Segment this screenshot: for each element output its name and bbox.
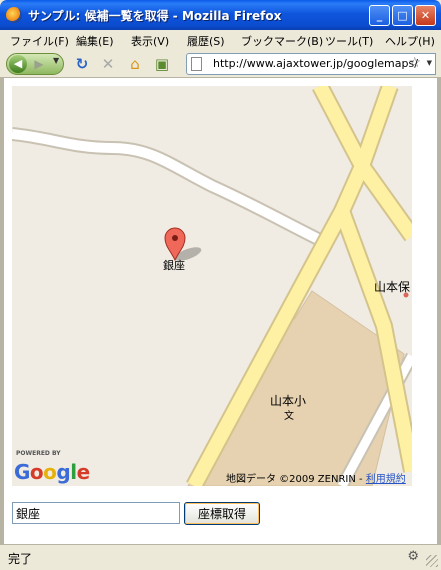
label-yamamotoho: 山本保	[374, 280, 411, 294]
url-bar[interactable]: http://www.ajaxtower.jp/googlemaps/ ☆ ▼	[186, 53, 436, 75]
get-coordinates-button[interactable]: 座標取得	[184, 502, 260, 525]
status-bar: 完了 ⚙	[0, 544, 441, 570]
stop-icon[interactable]: ✕	[98, 54, 118, 74]
terms-link[interactable]: 利用規約	[366, 474, 406, 485]
back-arrow-icon[interactable]: ◀	[9, 55, 27, 73]
reload-icon[interactable]: ↻	[72, 54, 92, 74]
map-copyright: 地図データ ©2009 ZENRIN - 利用規約	[226, 470, 406, 485]
back-forward-group: ◀ ▶ ▼	[6, 53, 64, 75]
menu-bookmarks[interactable]: ブックマーク(B)	[241, 33, 323, 49]
resize-grip[interactable]	[426, 555, 438, 567]
map-canvas	[12, 86, 412, 486]
label-school-symbol: 文	[284, 411, 294, 422]
menu-tools[interactable]: ツール(T)	[325, 33, 373, 49]
marker-label: 銀座	[163, 259, 185, 272]
page-icon	[191, 57, 202, 71]
menu-file[interactable]: ファイル(F)	[10, 33, 69, 49]
powered-by-text: POWERED BY	[16, 450, 61, 457]
title-bar: サンプル: 候補一覧を取得 - Mozilla Firefox _ □ ✕	[0, 0, 441, 30]
location-input[interactable]	[12, 502, 180, 524]
menu-edit[interactable]: 編集(E)	[76, 33, 114, 49]
menu-help[interactable]: ヘルプ(H)	[385, 33, 435, 49]
navigation-toolbar: ◀ ▶ ▼ ↻ ✕ ⌂ ▣ http://www.ajaxtower.jp/go…	[0, 50, 441, 78]
menu-bar: ファイル(F) 編集(E) 表示(V) 履歴(S) ブックマーク(B) ツール(…	[0, 30, 441, 50]
window-title: サンプル: 候補一覧を取得 - Mozilla Firefox	[28, 9, 282, 23]
google-logo[interactable]: Google	[14, 460, 90, 484]
url-text[interactable]: http://www.ajaxtower.jp/googlemaps/	[213, 57, 418, 70]
addon-icon[interactable]: ▣	[152, 54, 172, 74]
status-text: 完了	[8, 552, 33, 566]
copyright-text: 地図データ ©2009 ZENRIN -	[226, 474, 366, 485]
addon-status-icon[interactable]: ⚙	[407, 549, 419, 564]
minimize-button[interactable]: _	[369, 5, 390, 26]
google-map[interactable]: 銀座 山本保 山本小 文 POWERED BY Google 地図データ ©20…	[12, 86, 412, 486]
close-button[interactable]: ✕	[415, 5, 436, 26]
menu-history[interactable]: 履歴(S)	[187, 33, 225, 49]
menu-view[interactable]: 表示(V)	[131, 33, 169, 49]
maximize-button[interactable]: □	[392, 5, 413, 26]
url-dropdown-icon[interactable]: ▼	[427, 59, 432, 67]
bookmark-star-icon[interactable]: ☆	[408, 55, 421, 71]
forward-arrow-icon[interactable]: ▶	[31, 56, 47, 72]
firefox-icon	[6, 7, 22, 23]
history-dropdown-icon[interactable]: ▼	[53, 56, 59, 65]
home-icon[interactable]: ⌂	[125, 54, 145, 74]
page-content: 銀座 山本保 山本小 文 POWERED BY Google 地図データ ©20…	[0, 78, 441, 544]
